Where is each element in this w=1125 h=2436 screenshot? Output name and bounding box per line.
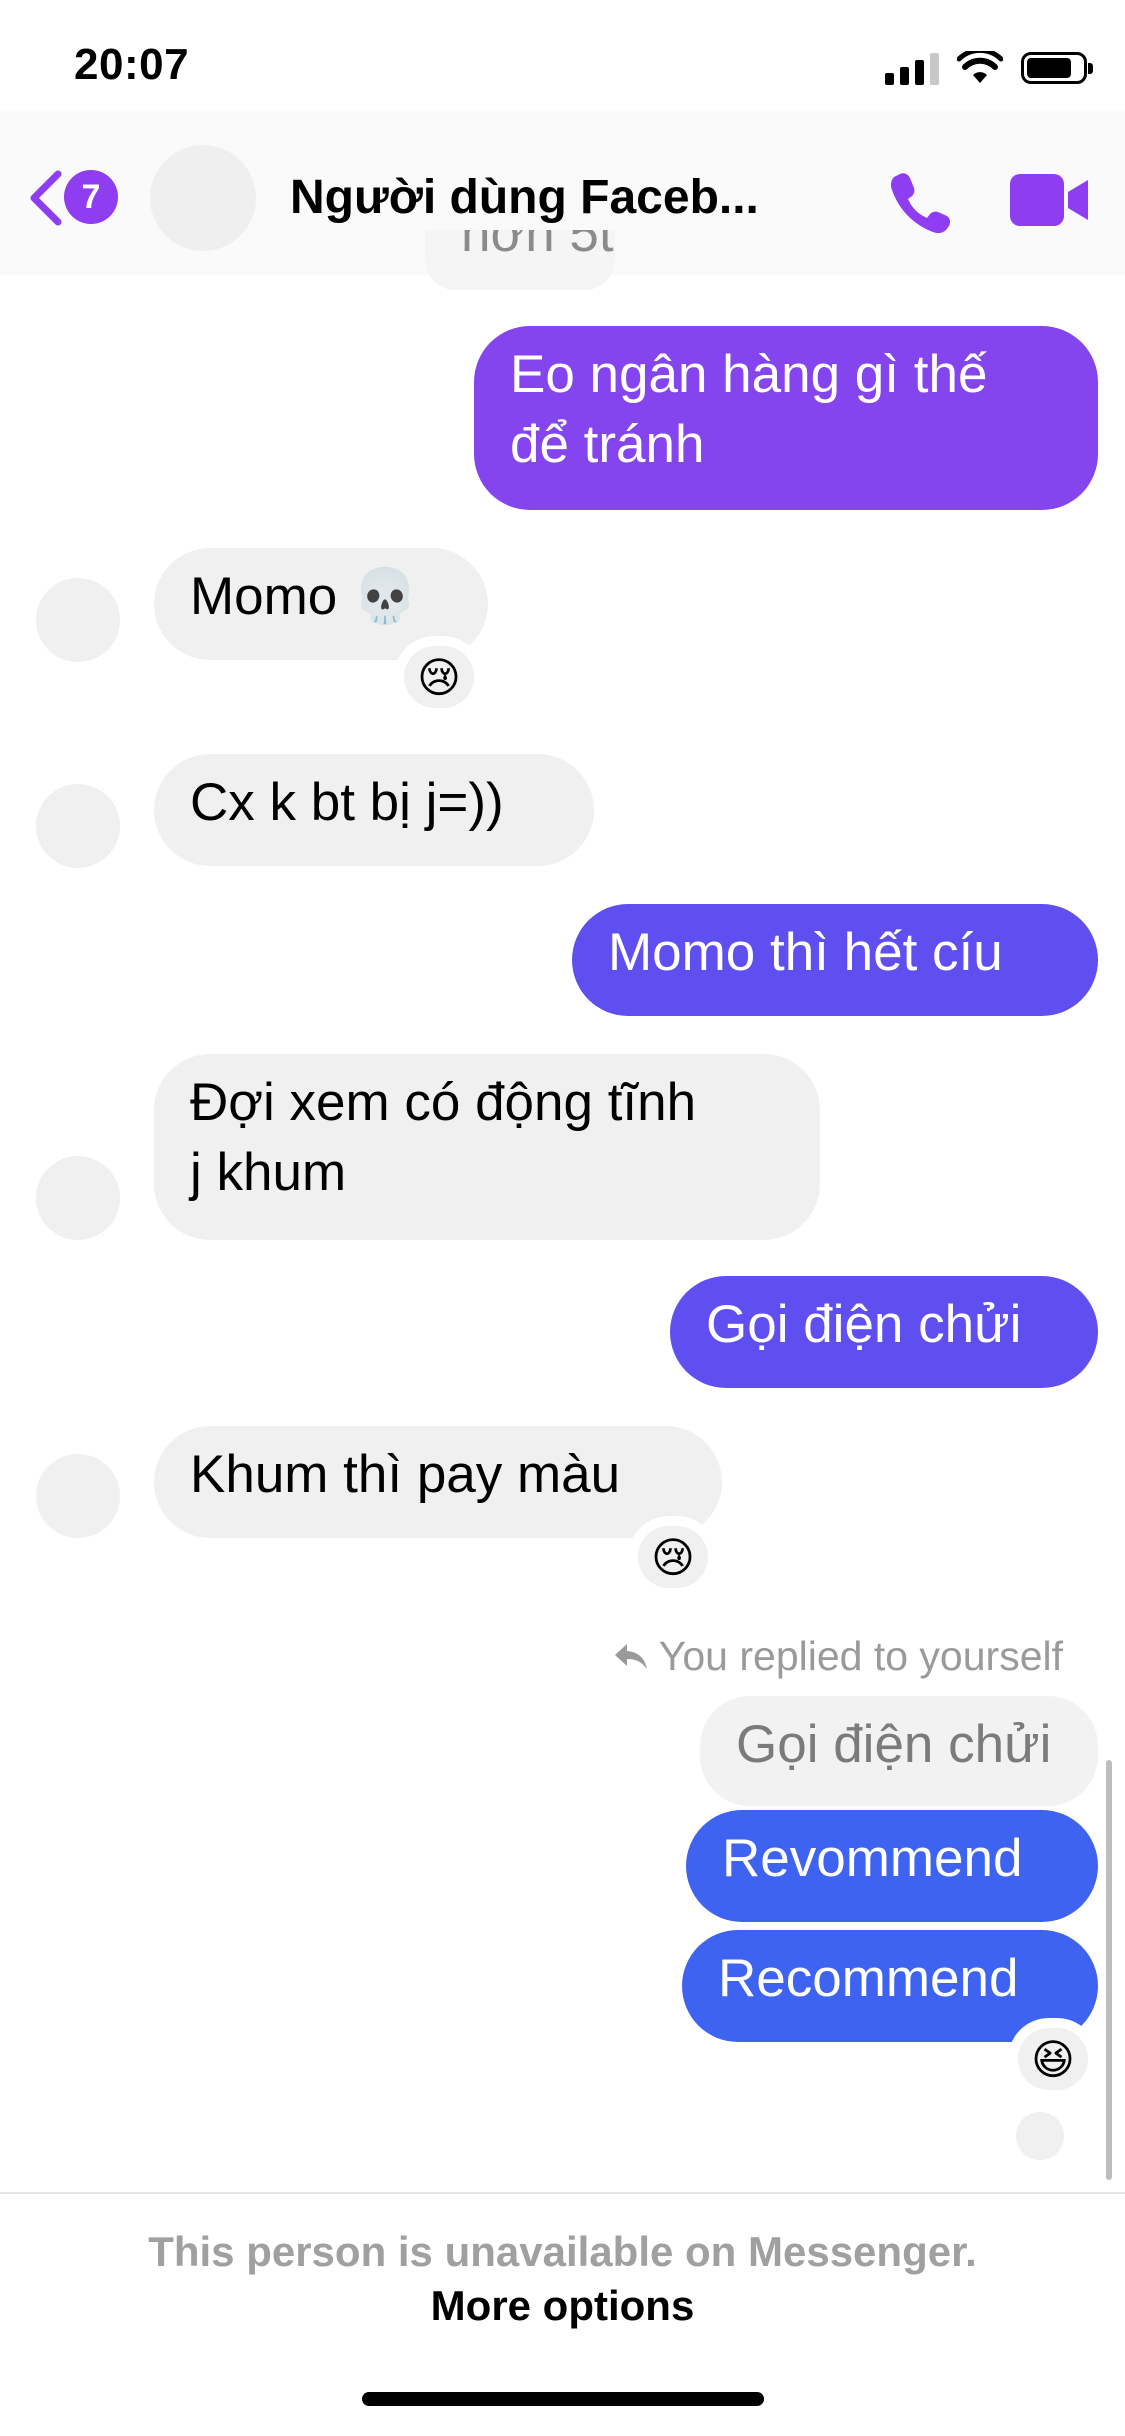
message-bubble-incoming[interactable]: Cx k bt bị j=)) [154, 754, 594, 866]
message-bubble-outgoing[interactable]: Eo ngân hàng gì thế để tránh [474, 326, 1098, 510]
message-text-line2: j khum [190, 1143, 347, 1202]
quoted-message[interactable]: Gọi điện chửi [700, 1696, 1098, 1806]
message-reaction[interactable]: 😆 [1014, 2024, 1092, 2094]
reply-note: You replied to yourself [613, 1633, 1063, 1680]
footer-divider [0, 2192, 1125, 2194]
message-reaction[interactable]: 😢 [400, 642, 478, 712]
cellular-signal-icon [885, 51, 939, 85]
sender-avatar[interactable] [36, 1454, 120, 1538]
back-chevron-icon[interactable] [26, 168, 66, 228]
message-text-line1: Đợi xem có động tĩnh [190, 1073, 697, 1132]
status-time: 20:07 [74, 40, 190, 89]
wifi-icon [957, 51, 1003, 83]
message-bubble-incoming[interactable]: Đợi xem có động tĩnh j khum [154, 1054, 820, 1240]
battery-icon [1021, 52, 1093, 84]
sender-avatar[interactable] [36, 1156, 120, 1240]
message-text: hơn 5tr [461, 230, 615, 263]
message-text-line2: để tránh [510, 415, 705, 474]
contact-name[interactable]: Người dùng Faceb... [290, 170, 810, 225]
crying-face-icon: 😢 [651, 1533, 695, 1581]
message-text: Khum thì pay màu [190, 1445, 621, 1504]
reply-note-text: You replied to yourself [658, 1633, 1063, 1679]
message-reaction[interactable]: 😢 [634, 1522, 712, 1592]
message-text: Momo 💀 [190, 567, 418, 626]
message-bubble-outgoing[interactable]: Recommend [682, 1930, 1098, 2042]
phone-call-icon[interactable] [886, 168, 952, 234]
message-text: Revommend [722, 1829, 1023, 1888]
unread-count-badge[interactable]: 7 [64, 170, 118, 224]
message-text-line1: Eo ngân hàng gì thế [510, 345, 988, 404]
home-indicator[interactable] [362, 2392, 764, 2406]
message-text: Momo thì hết cíu [608, 923, 1003, 982]
contact-avatar[interactable] [150, 145, 256, 251]
laughing-face-icon: 😆 [1031, 2035, 1075, 2083]
unavailable-notice: This person is unavailable on Messenger. [148, 2228, 977, 2275]
scrollbar[interactable] [1106, 1760, 1112, 2180]
reply-arrow-icon [614, 1643, 647, 1669]
message-bubble-outgoing[interactable]: Revommend [686, 1810, 1098, 1922]
message-bubble-partial[interactable]: hơn 5tr [425, 230, 615, 290]
sender-avatar[interactable] [36, 578, 120, 662]
more-options-link[interactable]: More options [0, 2282, 1125, 2330]
sender-avatar[interactable] [36, 784, 120, 868]
message-bubble-outgoing[interactable]: Gọi điện chửi [670, 1276, 1098, 1388]
message-text: Cx k bt bị j=)) [190, 773, 504, 832]
message-bubble-outgoing[interactable]: Momo thì hết cíu [572, 904, 1098, 1016]
crying-face-icon: 😢 [417, 653, 461, 701]
video-call-icon[interactable] [1010, 172, 1090, 228]
status-icons [885, 48, 1093, 88]
seen-indicator [1016, 2112, 1064, 2160]
message-text: Recommend [718, 1949, 1019, 2008]
message-bubble-incoming[interactable]: Khum thì pay màu [154, 1426, 722, 1538]
message-text: Gọi điện chửi [706, 1295, 1022, 1354]
quoted-text: Gọi điện chửi [736, 1715, 1052, 1774]
